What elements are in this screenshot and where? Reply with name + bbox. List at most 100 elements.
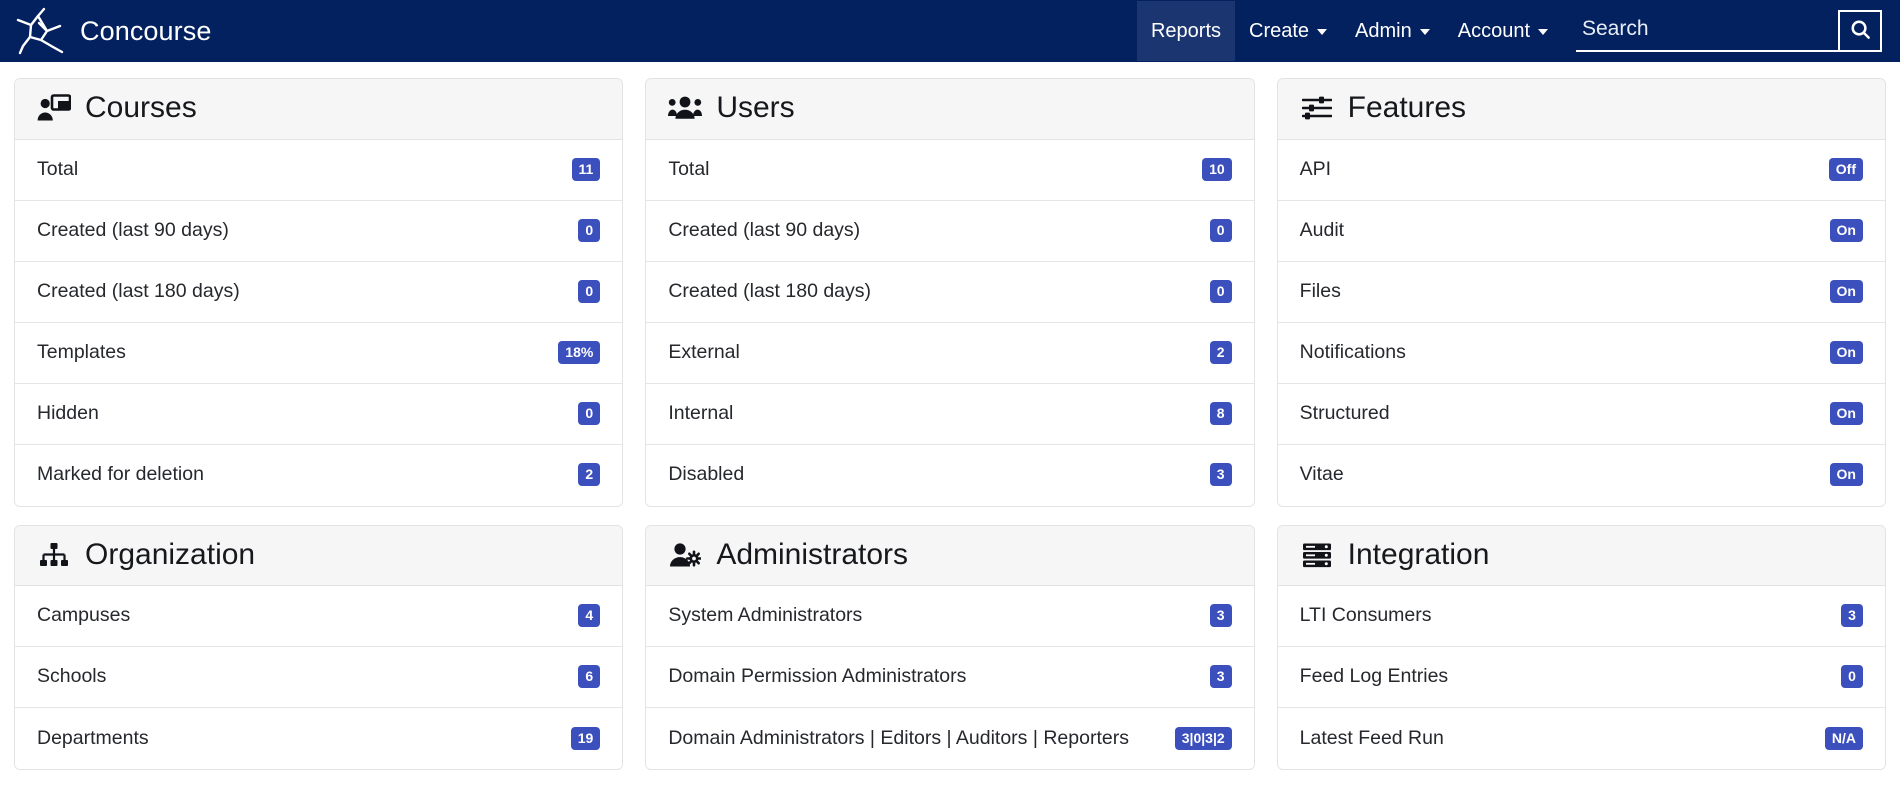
row-label: Internal [668, 401, 734, 424]
card-courses-rows: Total 11 Created (last 90 days) 0 Create… [15, 139, 623, 506]
table-row[interactable]: Created (last 180 days) 0 [646, 261, 1254, 323]
card-features: Features API Off Audit On Files On Notif… [1276, 78, 1886, 507]
card-users-title: Users [716, 91, 795, 124]
status-badge: 3 [1840, 604, 1863, 627]
card-features-header: Features [1277, 79, 1885, 140]
table-row[interactable]: Disabled 3 [646, 444, 1254, 506]
status-badge: 0 [1209, 279, 1232, 303]
nav-item-admin-label: Admin [1355, 20, 1412, 42]
card-users: Users Total 10 Created (last 90 days) 0 … [645, 78, 1255, 507]
table-row[interactable]: Internal 8 [646, 383, 1254, 445]
chevron-down-icon [1538, 29, 1548, 35]
table-row[interactable]: Files On [1277, 261, 1885, 323]
table-row[interactable]: System Administrators 3 [646, 586, 1254, 647]
status-badge: On [1829, 463, 1863, 486]
table-row[interactable]: Schools 6 [15, 647, 623, 708]
table-row[interactable]: Created (last 90 days) 0 [646, 200, 1254, 262]
status-badge: On [1829, 401, 1863, 425]
nav-item-account-label: Account [1457, 20, 1530, 42]
chevron-down-icon [1419, 29, 1430, 35]
chevron-down-icon [1317, 29, 1328, 35]
table-row[interactable]: Created (last 90 days) 0 [15, 200, 623, 262]
nav-item-reports[interactable]: Reports [1136, 1, 1235, 61]
table-row[interactable]: Notifications On [1277, 322, 1885, 384]
card-organization: Organization Campuses 4 Schools 6 Depart… [14, 524, 624, 770]
search-button[interactable] [1838, 10, 1882, 52]
row-label: Files [1299, 279, 1341, 302]
status-badge: 8 [1209, 401, 1232, 425]
search-input[interactable] [1576, 10, 1838, 52]
row-label: Created (last 180 days) [668, 279, 872, 302]
table-row[interactable]: Structured On [1277, 383, 1885, 445]
card-administrators-title: Administrators [716, 537, 909, 571]
nav-item-create[interactable]: Create [1235, 1, 1341, 61]
table-row[interactable]: API Off [1277, 139, 1885, 201]
card-courses-header: Courses [15, 79, 623, 140]
table-row[interactable]: External 2 [646, 322, 1254, 384]
top-navbar: Concourse Reports Create Admin Account [0, 0, 1900, 62]
search-icon [1849, 18, 1872, 44]
status-badge: 0 [578, 401, 601, 425]
row-label: Hidden [37, 401, 99, 424]
card-integration-title: Integration [1347, 537, 1490, 571]
row-label: Domain Permission Administrators [668, 665, 967, 687]
table-row[interactable]: Latest Feed Run N/A [1277, 708, 1885, 769]
row-label: Feed Log Entries [1299, 665, 1449, 687]
table-row[interactable]: Domain Administrators | Editors | Audito… [646, 708, 1254, 769]
nav-links: Reports Create Admin Account [1136, 0, 1562, 62]
card-organization-header: Organization [15, 525, 623, 586]
status-badge: 6 [578, 665, 601, 688]
table-row[interactable]: Templates 18% [15, 322, 623, 384]
card-integration: Integration LTI Consumers 3 Feed Log Ent… [1276, 524, 1886, 770]
table-row[interactable]: Total 11 [15, 139, 623, 201]
chalkboard-user-icon [37, 93, 71, 123]
card-courses-title: Courses [85, 91, 197, 124]
row-label: Created (last 90 days) [37, 218, 229, 241]
cards-grid: Courses Total 11 Created (last 90 days) … [14, 78, 1886, 770]
table-row[interactable]: Feed Log Entries 0 [1277, 647, 1885, 708]
status-badge: Off [1828, 157, 1863, 181]
card-integration-rows: LTI Consumers 3 Feed Log Entries 0 Lates… [1277, 586, 1885, 769]
status-badge: 0 [578, 218, 601, 242]
nav-item-account[interactable]: Account [1444, 1, 1562, 61]
status-badge: 19 [570, 726, 601, 750]
nav-item-reports-label: Reports [1150, 20, 1221, 42]
card-features-title: Features [1347, 91, 1467, 124]
table-row[interactable]: Created (last 180 days) 0 [15, 261, 623, 323]
server-icon [1300, 540, 1334, 570]
brand[interactable]: Concourse [14, 7, 211, 55]
user-gear-icon [668, 540, 702, 570]
table-row[interactable]: Hidden 0 [15, 383, 623, 445]
status-badge: 10 [1202, 157, 1232, 181]
table-row[interactable]: Total 10 [646, 139, 1254, 201]
status-badge: 3 [1209, 604, 1232, 627]
card-organization-rows: Campuses 4 Schools 6 Departments 19 [15, 586, 623, 769]
row-label: Created (last 180 days) [37, 279, 240, 302]
table-row[interactable]: Audit On [1277, 200, 1885, 262]
table-row[interactable]: Vitae On [1277, 444, 1885, 506]
card-integration-header: Integration [1277, 525, 1885, 586]
row-label: Domain Administrators | Editors | Audito… [668, 726, 1129, 749]
card-features-rows: API Off Audit On Files On Notifications … [1277, 139, 1885, 506]
table-row[interactable]: Domain Permission Administrators 3 [646, 647, 1254, 708]
table-row[interactable]: Marked for deletion 2 [15, 444, 623, 506]
row-label: Total [668, 157, 710, 180]
table-row[interactable]: Campuses 4 [15, 586, 623, 647]
row-label: Departments [37, 726, 149, 749]
row-label: External [668, 340, 740, 363]
search-form [1576, 10, 1882, 52]
sliders-icon [1300, 93, 1334, 123]
status-badge: 2 [578, 463, 601, 486]
users-group-icon [668, 93, 703, 123]
row-label: Total [37, 157, 79, 180]
row-label: Vitae [1299, 463, 1344, 485]
card-administrators-header: Administrators [646, 525, 1254, 586]
table-row[interactable]: Departments 19 [15, 708, 623, 769]
nav-item-admin[interactable]: Admin [1341, 1, 1444, 61]
row-label: LTI Consumers [1299, 604, 1432, 626]
status-badge: 3 [1209, 665, 1232, 688]
card-users-header: Users [646, 79, 1254, 140]
row-label: Latest Feed Run [1299, 726, 1444, 749]
table-row[interactable]: LTI Consumers 3 [1277, 586, 1885, 647]
status-badge: 3 [1209, 463, 1232, 486]
